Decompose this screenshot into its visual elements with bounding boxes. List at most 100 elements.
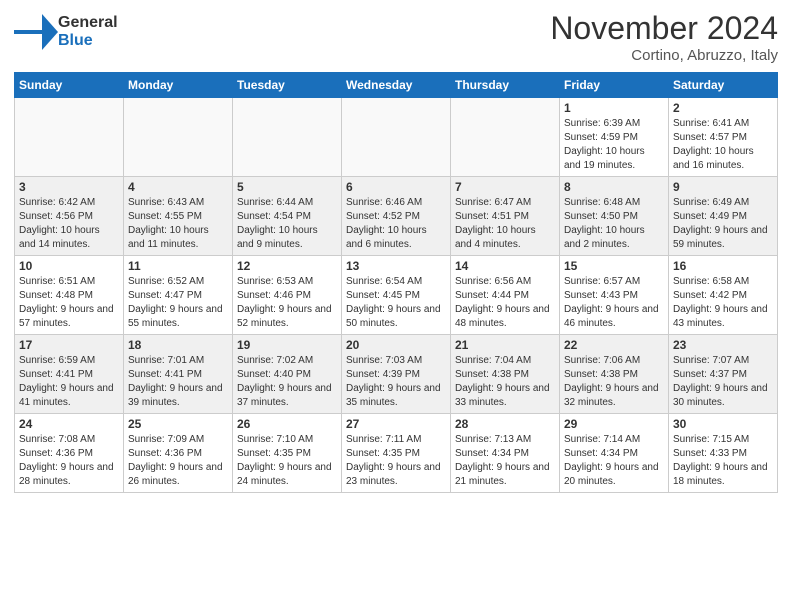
calendar-day: 27 Sunrise: 7:11 AM Sunset: 4:35 PM Dayli… <box>342 414 451 493</box>
header-tuesday: Tuesday <box>233 73 342 98</box>
day-number: 22 <box>564 338 664 352</box>
day-info: Sunrise: 7:14 AM Sunset: 4:34 PM Dayligh… <box>564 433 664 489</box>
day-number: 10 <box>19 259 119 273</box>
calendar-week-3: 10 Sunrise: 6:51 AM Sunset: 4:48 PM Dayli… <box>15 256 778 335</box>
day-number: 14 <box>455 259 555 273</box>
day-info: Sunrise: 6:46 AM Sunset: 4:52 PM Dayligh… <box>346 196 446 252</box>
calendar-day <box>15 98 124 177</box>
day-info: Sunrise: 6:49 AM Sunset: 4:49 PM Dayligh… <box>673 196 773 252</box>
day-info: Sunrise: 6:54 AM Sunset: 4:45 PM Dayligh… <box>346 275 446 331</box>
day-number: 6 <box>346 180 446 194</box>
day-number: 13 <box>346 259 446 273</box>
day-info: Sunrise: 7:03 AM Sunset: 4:39 PM Dayligh… <box>346 354 446 410</box>
calendar-table: Sunday Monday Tuesday Wednesday Thursday… <box>14 72 778 493</box>
day-info: Sunrise: 7:06 AM Sunset: 4:38 PM Dayligh… <box>564 354 664 410</box>
day-info: Sunrise: 6:43 AM Sunset: 4:55 PM Dayligh… <box>128 196 228 252</box>
calendar-day <box>233 98 342 177</box>
header-friday: Friday <box>560 73 669 98</box>
month-title: November 2024 <box>550 10 778 47</box>
day-number: 15 <box>564 259 664 273</box>
day-info: Sunrise: 6:41 AM Sunset: 4:57 PM Dayligh… <box>673 117 773 173</box>
calendar-day: 9 Sunrise: 6:49 AM Sunset: 4:49 PM Daylig… <box>669 177 778 256</box>
day-number: 9 <box>673 180 773 194</box>
day-number: 24 <box>19 417 119 431</box>
day-info: Sunrise: 6:57 AM Sunset: 4:43 PM Dayligh… <box>564 275 664 331</box>
calendar-day: 13 Sunrise: 6:54 AM Sunset: 4:45 PM Dayli… <box>342 256 451 335</box>
day-number: 4 <box>128 180 228 194</box>
day-info: Sunrise: 7:01 AM Sunset: 4:41 PM Dayligh… <box>128 354 228 410</box>
calendar-day <box>451 98 560 177</box>
day-number: 27 <box>346 417 446 431</box>
day-number: 2 <box>673 101 773 115</box>
day-info: Sunrise: 7:10 AM Sunset: 4:35 PM Dayligh… <box>237 433 337 489</box>
day-number: 28 <box>455 417 555 431</box>
day-number: 1 <box>564 101 664 115</box>
calendar-day: 4 Sunrise: 6:43 AM Sunset: 4:55 PM Daylig… <box>124 177 233 256</box>
calendar-day: 7 Sunrise: 6:47 AM Sunset: 4:51 PM Daylig… <box>451 177 560 256</box>
day-number: 23 <box>673 338 773 352</box>
calendar-day: 26Sunrise: 7:10 AM Sunset: 4:35 PM Dayli… <box>233 414 342 493</box>
day-info: Sunrise: 6:39 AM Sunset: 4:59 PM Dayligh… <box>564 117 664 173</box>
header-thursday: Thursday <box>451 73 560 98</box>
day-number: 7 <box>455 180 555 194</box>
calendar-header-row: Sunday Monday Tuesday Wednesday Thursday… <box>15 73 778 98</box>
header-wednesday: Wednesday <box>342 73 451 98</box>
calendar-day: 18 Sunrise: 7:01 AM Sunset: 4:41 PM Dayli… <box>124 335 233 414</box>
header-monday: Monday <box>124 73 233 98</box>
location: Cortino, Abruzzo, Italy <box>550 47 778 64</box>
day-number: 12 <box>237 259 337 273</box>
calendar-day: 19Sunrise: 7:02 AM Sunset: 4:40 PM Dayli… <box>233 335 342 414</box>
calendar-week-2: 3Sunrise: 6:42 AM Sunset: 4:56 PM Daylig… <box>15 177 778 256</box>
header: General Blue November 2024 Cortino, Abru… <box>14 10 778 64</box>
calendar-day: 22 Sunrise: 7:06 AM Sunset: 4:38 PM Dayli… <box>560 335 669 414</box>
calendar-day <box>124 98 233 177</box>
day-number: 8 <box>564 180 664 194</box>
day-number: 29 <box>564 417 664 431</box>
day-number: 18 <box>128 338 228 352</box>
calendar-day: 15 Sunrise: 6:57 AM Sunset: 4:43 PM Dayli… <box>560 256 669 335</box>
calendar-day: 10 Sunrise: 6:51 AM Sunset: 4:48 PM Dayli… <box>15 256 124 335</box>
calendar-day: 6 Sunrise: 6:46 AM Sunset: 4:52 PM Daylig… <box>342 177 451 256</box>
day-info: Sunrise: 6:48 AM Sunset: 4:50 PM Dayligh… <box>564 196 664 252</box>
logo-icon <box>14 10 58 54</box>
day-info: Sunrise: 6:56 AM Sunset: 4:44 PM Dayligh… <box>455 275 555 331</box>
title-block: November 2024 Cortino, Abruzzo, Italy <box>550 10 778 64</box>
calendar-week-1: 1 Sunrise: 6:39 AM Sunset: 4:59 PM Daylig… <box>15 98 778 177</box>
calendar-day: 11 Sunrise: 6:52 AM Sunset: 4:47 PM Dayli… <box>124 256 233 335</box>
calendar-day: 23Sunrise: 7:07 AM Sunset: 4:37 PM Dayli… <box>669 335 778 414</box>
calendar-day: 20Sunrise: 7:03 AM Sunset: 4:39 PM Dayli… <box>342 335 451 414</box>
calendar-day: 3Sunrise: 6:42 AM Sunset: 4:56 PM Daylig… <box>15 177 124 256</box>
calendar-day: 29 Sunrise: 7:14 AM Sunset: 4:34 PM Dayli… <box>560 414 669 493</box>
calendar-week-4: 17 Sunrise: 6:59 AM Sunset: 4:41 PM Dayli… <box>15 335 778 414</box>
logo-words: General Blue <box>58 14 118 49</box>
day-number: 5 <box>237 180 337 194</box>
day-info: Sunrise: 7:11 AM Sunset: 4:35 PM Dayligh… <box>346 433 446 489</box>
day-number: 25 <box>128 417 228 431</box>
day-info: Sunrise: 6:59 AM Sunset: 4:41 PM Dayligh… <box>19 354 119 410</box>
calendar-day: 17 Sunrise: 6:59 AM Sunset: 4:41 PM Dayli… <box>15 335 124 414</box>
calendar-day: 12Sunrise: 6:53 AM Sunset: 4:46 PM Dayli… <box>233 256 342 335</box>
day-info: Sunrise: 6:47 AM Sunset: 4:51 PM Dayligh… <box>455 196 555 252</box>
logo: General Blue <box>14 10 118 54</box>
header-saturday: Saturday <box>669 73 778 98</box>
day-number: 17 <box>19 338 119 352</box>
day-info: Sunrise: 6:44 AM Sunset: 4:54 PM Dayligh… <box>237 196 337 252</box>
day-info: Sunrise: 7:09 AM Sunset: 4:36 PM Dayligh… <box>128 433 228 489</box>
calendar-day: 28Sunrise: 7:13 AM Sunset: 4:34 PM Dayli… <box>451 414 560 493</box>
calendar-week-5: 24Sunrise: 7:08 AM Sunset: 4:36 PM Dayli… <box>15 414 778 493</box>
calendar-day: 25 Sunrise: 7:09 AM Sunset: 4:36 PM Dayli… <box>124 414 233 493</box>
day-number: 11 <box>128 259 228 273</box>
day-info: Sunrise: 6:51 AM Sunset: 4:48 PM Dayligh… <box>19 275 119 331</box>
calendar-day: 30Sunrise: 7:15 AM Sunset: 4:33 PM Dayli… <box>669 414 778 493</box>
calendar-day: 16Sunrise: 6:58 AM Sunset: 4:42 PM Dayli… <box>669 256 778 335</box>
header-sunday: Sunday <box>15 73 124 98</box>
day-number: 21 <box>455 338 555 352</box>
logo-general-text: General <box>58 14 118 32</box>
calendar-day: 5 Sunrise: 6:44 AM Sunset: 4:54 PM Daylig… <box>233 177 342 256</box>
day-info: Sunrise: 7:04 AM Sunset: 4:38 PM Dayligh… <box>455 354 555 410</box>
calendar-day: 24Sunrise: 7:08 AM Sunset: 4:36 PM Dayli… <box>15 414 124 493</box>
logo-blue-text: Blue <box>58 32 118 50</box>
day-info: Sunrise: 6:52 AM Sunset: 4:47 PM Dayligh… <box>128 275 228 331</box>
calendar-day: 2 Sunrise: 6:41 AM Sunset: 4:57 PM Daylig… <box>669 98 778 177</box>
calendar-day: 14 Sunrise: 6:56 AM Sunset: 4:44 PM Dayli… <box>451 256 560 335</box>
